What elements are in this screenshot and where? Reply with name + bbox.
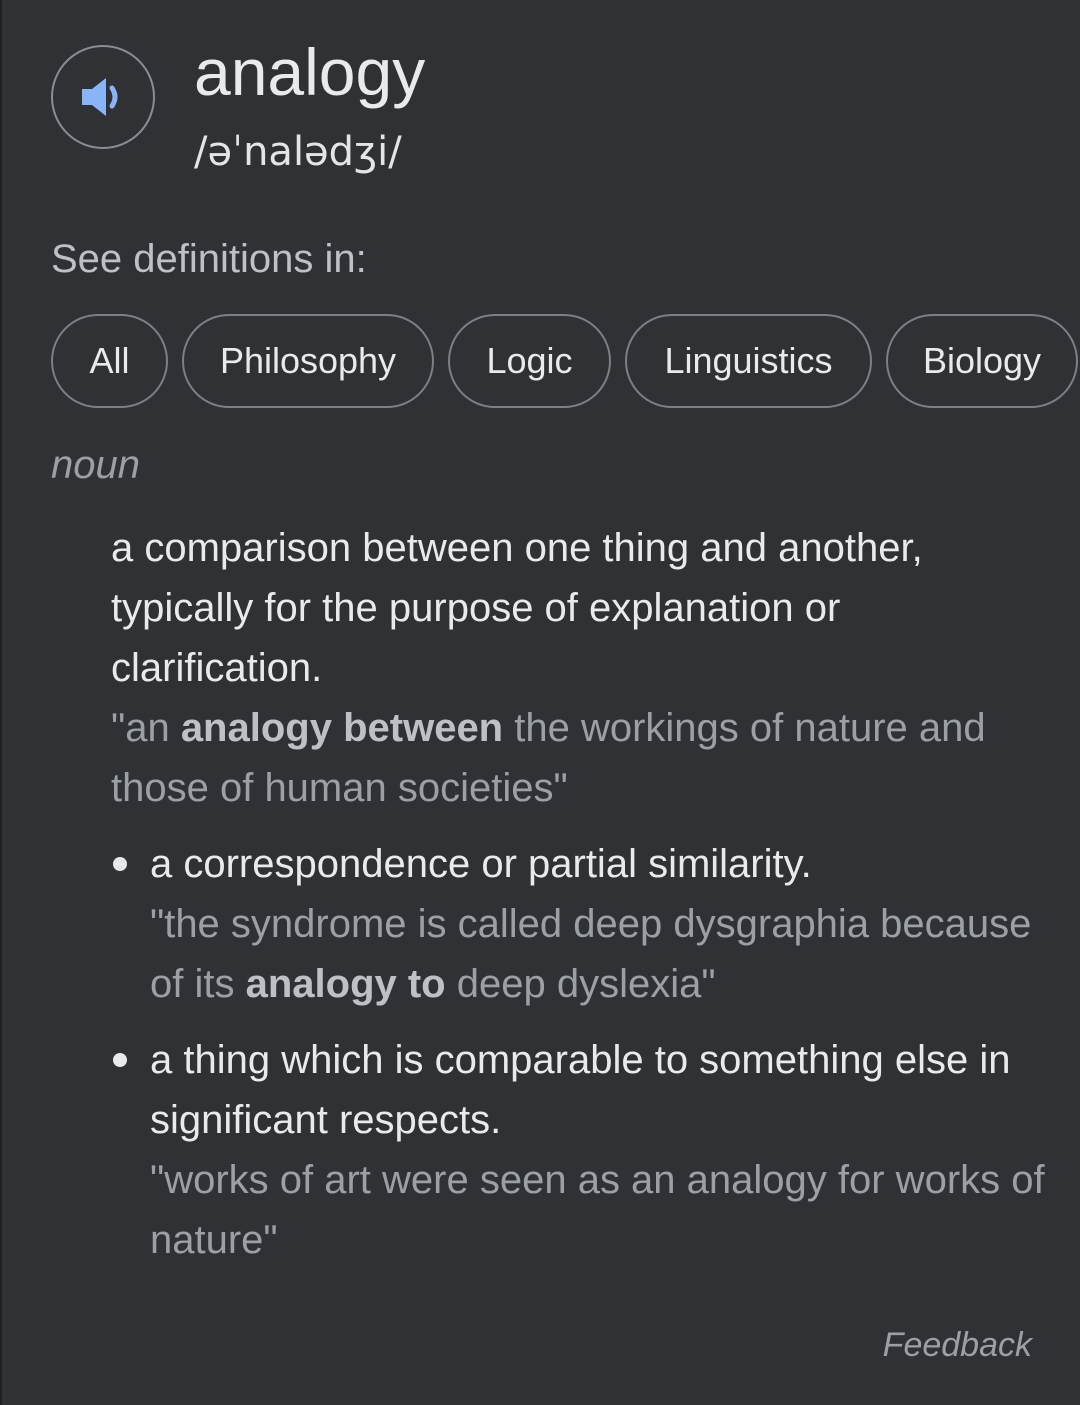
chip-logic[interactable]: Logic bbox=[448, 314, 611, 408]
definition-example: "works of art were seen as an analogy fo… bbox=[150, 1150, 1050, 1270]
pronunciation-button[interactable] bbox=[51, 45, 155, 149]
example-text: deep dyslexia" bbox=[445, 962, 716, 1006]
definition-text: a thing which is comparable to something… bbox=[150, 1038, 1011, 1142]
see-definitions-label: See definitions in: bbox=[51, 237, 367, 281]
chip-linguistics[interactable]: Linguistics bbox=[625, 314, 872, 408]
example-highlight: analogy to bbox=[245, 962, 446, 1006]
chip-biology[interactable]: Biology bbox=[886, 314, 1078, 408]
bullet-icon bbox=[113, 1053, 127, 1067]
definition-example: "an analogy between the workings of natu… bbox=[111, 698, 1051, 818]
example-text: "works of art were seen as an analogy fo… bbox=[150, 1158, 1045, 1262]
definition-3: a thing which is comparable to something… bbox=[150, 1030, 1050, 1270]
example-text: "an bbox=[111, 706, 181, 750]
example-highlight: analogy between bbox=[180, 706, 504, 750]
definition-text: a correspondence or partial similarity. bbox=[150, 842, 812, 886]
feedback-link[interactable]: Feedback bbox=[883, 1318, 1032, 1372]
definition-example: "the syndrome is called deep dysgraphia … bbox=[150, 894, 1050, 1014]
definition-text: a comparison between one thing and anoth… bbox=[111, 526, 923, 690]
dictionary-card: analogy /əˈnalədʒi/ See definitions in: … bbox=[0, 0, 1080, 1405]
chip-all[interactable]: All bbox=[51, 314, 168, 408]
part-of-speech: noun bbox=[51, 443, 140, 487]
speaker-icon bbox=[82, 78, 118, 116]
definition-2: a correspondence or partial similarity. … bbox=[150, 834, 1050, 1014]
chip-philosophy[interactable]: Philosophy bbox=[182, 314, 434, 408]
bullet-icon bbox=[113, 857, 127, 871]
phonetic-spelling: /əˈnalədʒi/ bbox=[194, 129, 402, 175]
definition-1: a comparison between one thing and anoth… bbox=[111, 518, 1051, 818]
headword: analogy bbox=[194, 35, 426, 109]
